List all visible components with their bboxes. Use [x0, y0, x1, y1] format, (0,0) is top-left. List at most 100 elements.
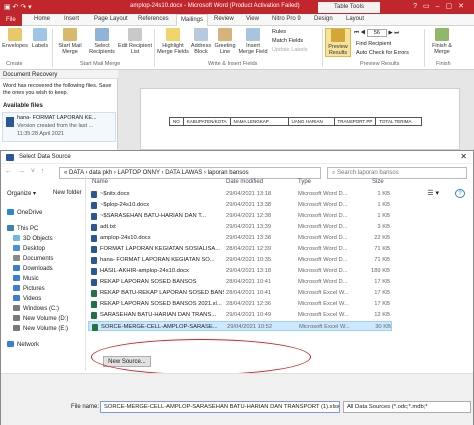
new-folder-button[interactable]: New folder	[53, 190, 82, 196]
preview-results-button[interactable]: Preview Results	[325, 28, 351, 57]
tab-insert[interactable]: Insert	[64, 16, 79, 22]
update-labels-button[interactable]: Update Labels	[272, 46, 307, 55]
nav-documents[interactable]: Documents	[13, 254, 53, 264]
desktop-icon	[13, 245, 20, 251]
tab-mailings[interactable]: Mailings	[176, 14, 209, 26]
nav-onedrive[interactable]: OneDrive	[7, 208, 42, 218]
file-name-label: File name:	[71, 404, 100, 410]
finish-merge-button[interactable]: Finish & Merge	[428, 28, 456, 55]
file-name: FORMAT LAPORAN KEGIATAN SOSIALISA...	[100, 246, 221, 252]
tab-nitro[interactable]: Nitro Pro 9	[272, 16, 301, 22]
file-row[interactable]: SORCE-MERGE-CELL-AMPLOP-SARASE... 29/04/2…	[88, 321, 392, 331]
onedrive-icon	[7, 209, 14, 215]
tab-review[interactable]: Review	[214, 16, 234, 22]
first-record-icon[interactable]: ⏮	[354, 30, 359, 36]
file-row[interactable]: adt.txt 29/04/2021 13:39 Microsoft Word D.…	[88, 222, 392, 232]
table-header-cell[interactable]: UANG HARIAN	[287, 117, 335, 126]
file-row[interactable]: HASIL-AKHIR-amplop-24s10.docx 29/04/2021 …	[88, 266, 392, 276]
nav-desktop[interactable]: Desktop	[13, 244, 45, 254]
record-number-input[interactable]: 56	[366, 29, 387, 37]
window-controls[interactable]: ?▭–▢✕	[413, 2, 470, 10]
nav-3d-objects[interactable]: 3D Objects	[13, 234, 53, 244]
nav-network[interactable]: Network	[7, 340, 39, 350]
breadcrumb-item[interactable]: DATA	[69, 170, 84, 176]
table-header-cell[interactable]: KABUPATEN/KOTA	[182, 117, 231, 126]
insert-merge-field-button[interactable]: Insert Merge Field	[238, 28, 268, 55]
quick-access-toolbar[interactable]: ▣ ↶ ↷ ▾	[4, 3, 32, 11]
find-recipient-button[interactable]: Find Recipient	[356, 40, 409, 49]
downloads-icon	[13, 265, 20, 271]
match-fields-button[interactable]: Match Fields	[272, 37, 307, 46]
file-name: SORCE-MERGE-CELL-AMPLOP-SARASE...	[101, 324, 218, 330]
nav-back-forward-icon[interactable]: ← → ˅ ↑	[5, 168, 46, 175]
videos-icon	[13, 295, 20, 301]
file-row[interactable]: REKAP LAPORAN SOSED BANSOS 2021.xl... 28/…	[88, 299, 392, 309]
file-row[interactable]: ~$nitx.docx 29/04/2021 13:18 Microsoft Wor…	[88, 189, 392, 199]
last-record-icon[interactable]: ⏭	[394, 30, 399, 36]
file-row[interactable]: hana- FORMAT LAPORAN KEGIATAN SO... 29/04…	[88, 255, 392, 265]
file-row[interactable]: FORMAT LAPORAN KEGIATAN SOSIALISA... 28/0…	[88, 244, 392, 254]
window-title: amplop-24s10.docx - Microsoft Word (Prod…	[130, 3, 300, 9]
file-row[interactable]: ~$SARASEHAN BATU-HARIAN DAN T... 29/04/20…	[88, 211, 392, 221]
tab-design[interactable]: Design	[314, 16, 333, 22]
next-record-icon[interactable]: ▶	[388, 30, 392, 36]
nav-label: New Volume (D:)	[23, 316, 69, 322]
tab-layout[interactable]: Layout	[346, 16, 364, 22]
finish-merge-icon	[435, 28, 449, 41]
table-header-cell[interactable]: NAMA LENGKAP	[229, 117, 289, 126]
file-size: 3 KB	[377, 224, 390, 230]
file-name-input[interactable]: SORCE-MERGE-CELL-AMPLOP-SARASEHAN BATU-H…	[100, 401, 340, 413]
column-header-type[interactable]: Type	[298, 179, 311, 185]
nav-pictures[interactable]: Pictures	[13, 284, 45, 294]
rules-button[interactable]: Rules	[272, 28, 307, 37]
file-size: 17 KB	[374, 290, 390, 296]
column-header-size[interactable]: Size	[372, 179, 384, 185]
nav-new-volume-e[interactable]: New Volume (E:)	[13, 324, 68, 334]
file-row[interactable]: REKAP BATU-REKAP LAPORAN SOSED BANSOS 28/…	[88, 288, 392, 298]
tab-references[interactable]: References	[138, 16, 169, 22]
nav-new-volume-d[interactable]: New Volume (D:)	[13, 314, 68, 324]
highlight-merge-fields-button[interactable]: Highlight Merge Fields	[157, 28, 189, 55]
address-block-button[interactable]: Address Block	[190, 28, 212, 55]
organize-label: Organize	[7, 191, 32, 197]
tab-home[interactable]: Home	[34, 16, 50, 22]
tab-file[interactable]: File	[0, 14, 22, 26]
envelope-icon	[8, 28, 22, 41]
nav-videos[interactable]: Videos	[13, 294, 41, 304]
envelopes-button[interactable]: Envelopes	[2, 28, 28, 49]
prev-record-icon[interactable]: ◀	[360, 30, 365, 36]
document-page[interactable]: NO KABUPATEN/KOTA NAMA LENGKAP UANG HARI…	[140, 88, 460, 150]
nav-windows-c[interactable]: Windows (C:)	[13, 304, 59, 314]
auto-check-errors-button[interactable]: Auto Check for Errors	[356, 49, 409, 58]
recovered-file-item[interactable]: hana- FORMAT LAPORAN KE... Version creat…	[2, 112, 116, 142]
file-type: Microsoft Word D...	[298, 224, 348, 230]
column-header-name[interactable]: Name	[92, 179, 108, 185]
close-icon[interactable]: ✕	[460, 152, 467, 161]
nav-downloads[interactable]: Downloads	[13, 264, 53, 274]
table-header-cell[interactable]: NO	[169, 117, 184, 126]
start-mail-merge-button[interactable]: Start Mail Merge	[55, 28, 85, 55]
file-date: 28/04/2021 10:41	[226, 290, 272, 296]
organize-button[interactable]: Organize ▾	[7, 190, 36, 197]
edit-recipient-list-button[interactable]: Edit Recipient List	[118, 28, 152, 55]
tab-page-layout[interactable]: Page Layout	[94, 16, 128, 22]
column-header-date[interactable]: Date modified	[226, 179, 263, 185]
labels-button[interactable]: Labels	[30, 28, 50, 49]
nav-label: New Volume (E:)	[23, 326, 69, 332]
tab-view[interactable]: View	[246, 16, 259, 22]
excel-file-icon	[91, 290, 97, 297]
file-row[interactable]: amplop-24s10.docx 29/04/2021 13:38 Microso…	[88, 233, 392, 243]
nav-music[interactable]: Music	[13, 274, 39, 284]
document-table[interactable]: NO KABUPATEN/KOTA NAMA LENGKAP UANG HARI…	[169, 117, 423, 126]
greeting-line-button[interactable]: Greeting Line	[213, 28, 237, 55]
select-recipients-button[interactable]: Select Recipients	[87, 28, 117, 55]
file-row[interactable]: REKAP LAPORAN SOSED BANSOS 28/04/2021 10:…	[88, 277, 392, 287]
nav-this-pc[interactable]: This PC	[7, 224, 38, 234]
excel-file-icon	[91, 312, 97, 319]
file-row[interactable]: SARASEHAN BATU-HARIAN DAN TRANS... 29/04/…	[88, 310, 392, 320]
table-header-cell[interactable]: TRANSPORT PP	[333, 117, 377, 126]
table-header-cell[interactable]: TOTAL TERIMA	[375, 117, 423, 126]
file-row[interactable]: ~$plop-24s10.docx 29/04/2021 13:38 Microso…	[88, 200, 392, 210]
file-type: Microsoft Word D...	[298, 235, 348, 241]
file-type-select[interactable]: All Data Sources (*.odc;*.mdb;*	[343, 401, 471, 413]
